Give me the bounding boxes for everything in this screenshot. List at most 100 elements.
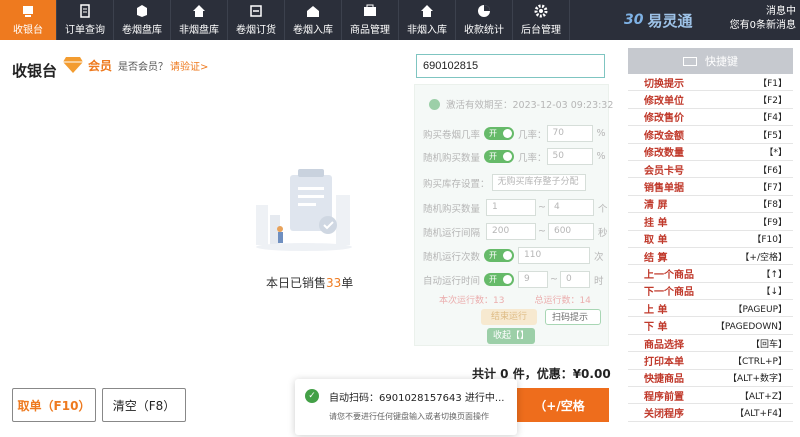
brand-logo: 30 易灵通 [624,0,734,40]
count-from-input[interactable]: 1 [486,199,537,216]
shortcut-row: 清 屏 【F8】 [628,196,793,214]
page-title: 收银台 [12,62,58,80]
random-buy-qty-row: 随机购买数量开几率： 50% [423,148,606,165]
row-unit: % [596,128,606,139]
barcode-input[interactable] [416,54,605,78]
shortcut-name: 上一个商品 [644,269,694,281]
run-count-input[interactable]: 110 [518,247,591,264]
shortcut-row: 挂 单 【F9】 [628,213,793,231]
shortcut-key: 【ALT+数字】 [728,374,787,385]
shortcut-title: 快捷键 [705,55,738,68]
nav-cashier[interactable]: 收银台 [0,0,57,40]
buy-rate-toggle[interactable]: 开 [484,127,515,140]
random-buy-count-row: 随机购买数量 1 ~4 个 [423,199,608,216]
shortcut-name: 上 单 [644,304,668,316]
nav-admin[interactable]: 后台管理 [513,0,570,40]
store-icon [420,4,434,18]
toast-title: 自动扫码：6901028157643 进行中... [329,393,505,404]
nav-noncig-inbound[interactable]: 非烟入库 [399,0,456,40]
auto-scan-toast: ✓ 自动扫码：6901028157643 进行中... 请您不要进行任何键盘输入… [295,379,517,435]
interval-to-input[interactable]: 600 [547,223,594,240]
cashier-icon [21,4,35,18]
stop-run-button[interactable]: 结束运行 [481,309,537,325]
sales-prefix: 本日已销售 [266,276,327,290]
shortcut-name: 清 屏 [644,200,668,212]
scan-tip-toggle[interactable]: 扫码提示 [545,309,601,325]
pie-icon [477,4,491,18]
nav-cigarette-inbound[interactable]: 卷烟入库 [285,0,342,40]
activation-text: 激活有效期至：2023-12-03 09:23:32 [446,100,614,111]
shortcut-name: 修改售价 [644,113,684,125]
home-icon [192,4,206,18]
cart-icon [249,4,263,18]
random-run-count-row: 随机运行次数开 110 次 [423,247,604,264]
interval-from-input[interactable]: 200 [486,223,537,240]
box-icon [135,4,149,18]
shortcut-row: 程序前置 【ALT+Z】 [628,387,793,405]
count-to-input[interactable]: 4 [547,199,594,216]
run-count-toggle[interactable]: 开 [484,249,515,262]
shortcut-name: 修改单位 [644,96,684,108]
shortcut-key: 【↑】 [761,269,787,280]
order-icon [78,4,92,18]
shortcut-name: 销售单据 [644,183,684,195]
nav-payment-stats[interactable]: 收款统计 [456,0,513,40]
stock-setting-row: 购买库存设置： 无购买库存整子分配 [423,174,586,191]
nav-cigarette-order[interactable]: 卷烟订货 [228,0,285,40]
row-suffix: 几率： [518,152,547,164]
row-label: 购买卷烟几率 [423,129,481,141]
nav-goods-manage[interactable]: 商品管理 [342,0,399,40]
random-qty-toggle[interactable]: 开 [484,150,515,163]
stock-setting-select[interactable]: 无购买库存整子分配 [491,174,586,191]
shortcut-key: 【↓】 [761,287,787,298]
current-run-count: 本次运行数：13 [439,296,505,306]
member-question: 是否会员？ [118,61,169,73]
nav-label: 非烟入库 [407,25,447,36]
shortcut-name: 切换提示 [644,78,684,90]
toast-subtitle: 请您不要进行任何键盘输入或者切换页面操作 [329,412,489,421]
shortcut-key: 【F9】 [758,217,787,228]
shortcut-name: 打印本单 [644,356,684,368]
nav-label: 商品管理 [350,25,390,36]
clear-button[interactable]: 清空（F8） [102,388,186,422]
run-time-toggle[interactable]: 开 [484,273,515,286]
shortcut-row: 修改售价 【F4】 [628,109,793,127]
checkout-button[interactable]: （+/空格 [510,388,609,422]
take-order-button[interactable]: 取单（F10） [12,388,96,422]
verify-member-link[interactable]: 请验证> [170,58,208,73]
shortcut-row: 关闭程序 【ALT+F4】 [628,404,793,422]
total-run-count: 总运行数：14 [534,296,591,306]
shortcut-row: 修改单位 【F2】 [628,91,793,109]
time-to-input[interactable]: 0 [559,271,590,288]
nav-label: 卷烟盘库 [122,25,162,36]
shortcut-row: 会员卡号 【F6】 [628,161,793,179]
shortcut-row: 上一个商品 【↑】 [628,265,793,283]
time-from-input[interactable]: 9 [518,271,549,288]
row-label: 随机运行间隔 [423,227,481,239]
nav-label: 订单查询 [65,25,105,36]
shortcut-list: 切换提示 【F1】 修改单位 【F2】 修改售价 【F4】 修改金额 【F5】 修改数量 【*】会… [628,74,793,422]
random-interval-row: 随机运行间隔 200 ~600 秒 [423,223,608,240]
shortcut-key: 【F7】 [758,183,787,194]
brand-name: 易灵通 [647,11,693,30]
nav-label: 卷烟订货 [236,25,276,36]
shortcut-key: 【PAGEUP】 [733,304,787,315]
nav-label: 卷烟入库 [293,25,333,36]
sales-suffix: 单 [341,276,354,290]
success-check-icon: ✓ [305,389,319,403]
shortcut-row: 下 单 【PAGEDOWN】 [628,317,793,335]
nav-order-query[interactable]: 订单查询 [57,0,114,40]
shortcut-row: 打印本单 【CTRL+P】 [628,352,793,370]
message-notice[interactable]: 消息中 您有0条新消息 [730,5,796,33]
shortcut-name: 下一个商品 [644,287,694,299]
buy-rate-input[interactable]: 70 [546,125,593,142]
auto-run-time-row: 自动运行时间开 9 ~0 时 [423,271,604,288]
random-qty-rate-input[interactable]: 50 [546,148,593,165]
keyboard-icon [683,56,697,66]
shortcut-row: 修改数量 【*】 [628,144,793,161]
nav-noncig-inventory[interactable]: 非烟盘库 [171,0,228,40]
collapse-button[interactable]: 收起【】 [487,328,535,344]
cashier-main: 收银台 会员 是否会员？ 请验证> 激活有效期至：2023-12-03 09:2… [0,40,622,437]
nav-cigarette-inventory[interactable]: 卷烟盘库 [114,0,171,40]
row-unit: 时 [593,275,604,287]
